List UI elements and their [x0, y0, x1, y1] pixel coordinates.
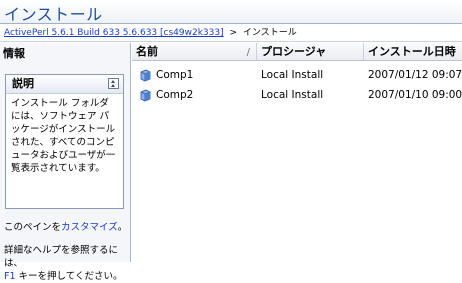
- customize-line: このペインをカスタマイズ。: [4, 219, 127, 233]
- customize-link[interactable]: カスタマイズ: [61, 222, 118, 233]
- sort-indicator-icon: /: [246, 47, 250, 58]
- breadcrumb-separator: >: [229, 28, 238, 38]
- list-item[interactable]: Comp1 Local Install 2007/01/12 09:07: [132, 66, 462, 86]
- breadcrumb-current: インストール: [242, 28, 297, 38]
- breadcrumb: ActivePerl 5.6.1 Build 633 5.6.633 [cs49…: [0, 25, 462, 42]
- list-header: 名前 / プロシージャ インストール日時: [132, 43, 462, 61]
- list-item[interactable]: Comp2 Local Install 2007/01/10 09:00: [132, 86, 462, 106]
- row-procedure: Local Install: [261, 69, 324, 81]
- row-install-date: 2007/01/12 09:07: [368, 69, 462, 81]
- column-header-name-label: 名前: [136, 45, 158, 58]
- package-icon: [138, 88, 152, 105]
- description-box: 説明 インストール フォルダには、ソフトウェア パッケージがインストールされた、…: [5, 74, 124, 209]
- row-name: Comp1: [156, 69, 194, 81]
- info-pane: 情報 説明 インストール フォルダには、ソフトウェア パッケージがインストールさ…: [0, 43, 131, 282]
- help-line1: 詳細なヘルプを参照するには、: [4, 245, 119, 269]
- help-hint: 詳細なヘルプを参照するには、 F1 キーを押してください。: [4, 244, 130, 283]
- customize-suffix: 。: [117, 222, 128, 233]
- collapse-icon[interactable]: [108, 78, 119, 89]
- info-pane-header: 情報: [3, 47, 25, 60]
- column-header-procedure[interactable]: プロシージャ: [257, 43, 364, 60]
- package-icon: [138, 68, 152, 85]
- row-install-date: 2007/01/10 09:00: [368, 89, 462, 101]
- row-procedure: Local Install: [261, 89, 324, 101]
- column-header-install-date[interactable]: インストール日時: [364, 43, 462, 60]
- column-header-name[interactable]: 名前 /: [132, 43, 257, 60]
- description-box-title: 説明: [12, 77, 34, 90]
- customize-prefix: このペインを: [4, 222, 62, 233]
- help-line2: キーを押してください。: [15, 271, 123, 282]
- breadcrumb-link-activeperl[interactable]: ActivePerl 5.6.1 Build 633 5.6.633 [cs49…: [4, 28, 224, 38]
- description-text: インストール フォルダには、ソフトウェア パッケージがインストールされた、すべて…: [11, 98, 116, 174]
- row-name: Comp2: [156, 89, 194, 101]
- help-key: F1: [4, 271, 16, 282]
- title-bar: インストール: [0, 0, 462, 24]
- page-title: インストール: [4, 5, 103, 24]
- description-box-header: 説明: [6, 75, 123, 94]
